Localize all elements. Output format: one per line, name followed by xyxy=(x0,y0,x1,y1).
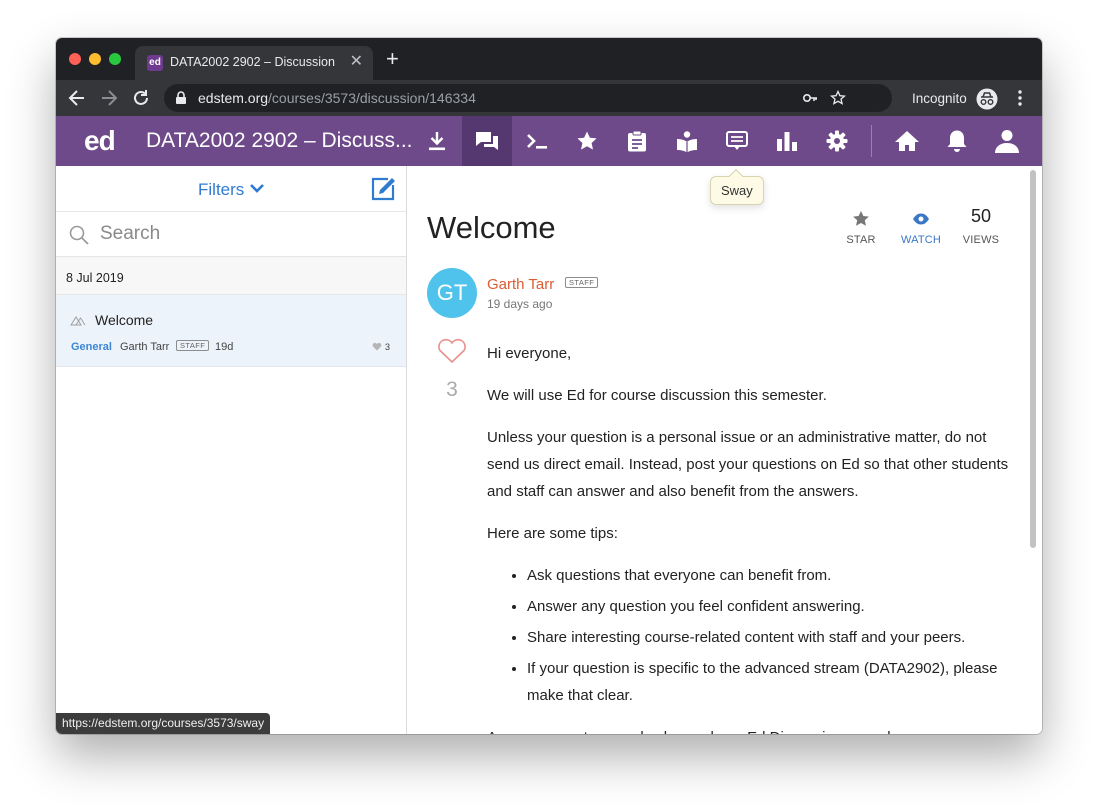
star-icon xyxy=(853,211,869,226)
author-name[interactable]: Garth Tarr xyxy=(487,276,554,293)
close-window-button[interactable] xyxy=(69,53,81,65)
chevron-down-icon[interactable] xyxy=(249,182,265,194)
key-icon[interactable] xyxy=(802,90,818,106)
incognito-label: Incognito xyxy=(912,91,967,106)
post-paragraph: Here are some tips: xyxy=(487,525,618,542)
minimize-window-button[interactable] xyxy=(89,53,101,65)
lock-icon xyxy=(176,91,186,104)
lessons-icon[interactable] xyxy=(662,116,712,166)
clipboard-icon[interactable] xyxy=(612,116,662,166)
thread-list-item[interactable]: Welcome General Garth Tarr STAFF 19d 3 xyxy=(56,295,406,367)
address-bar[interactable]: edstem.org/courses/3573/discussion/14633… xyxy=(164,84,892,112)
thread-list-panel: Filters 8 Jul 2019 Welcome General xyxy=(56,166,407,734)
new-tab-button[interactable]: + xyxy=(386,48,399,70)
tooltip-text: Sway xyxy=(721,183,753,198)
forward-arrow-icon[interactable] xyxy=(98,87,120,109)
tip-item: Ask questions that everyone can benefit … xyxy=(527,562,1012,589)
browser-window: ed DATA2002 2902 – Discussion ✕ + edstem… xyxy=(56,38,1042,734)
thread-like-count: 3 xyxy=(385,342,391,352)
analytics-icon[interactable] xyxy=(762,116,812,166)
post-paragraph: We will use Ed for course discussion thi… xyxy=(487,387,827,404)
settings-icon[interactable] xyxy=(812,116,862,166)
ed-logo[interactable]: ed xyxy=(84,125,116,157)
staff-badge: STAFF xyxy=(565,277,599,288)
star-label: STAR xyxy=(846,234,876,246)
compose-icon[interactable] xyxy=(370,176,396,202)
post-age: 19 days ago xyxy=(487,297,553,311)
filters-bar: Filters xyxy=(56,166,406,212)
post-paragraph: Hi everyone, xyxy=(487,345,572,362)
tip-item: Answer any question you feel confident a… xyxy=(527,593,1012,620)
app-header: ed DATA2002 2902 – Discuss... xyxy=(56,116,1042,166)
browser-toolbar: edstem.org/courses/3573/discussion/14633… xyxy=(56,80,1042,116)
scrollbar[interactable] xyxy=(1029,170,1037,730)
course-title[interactable]: DATA2002 2902 – Discuss... xyxy=(146,129,413,153)
incognito-icon[interactable] xyxy=(976,88,998,110)
tips-list: Ask questions that everyone can benefit … xyxy=(527,562,1012,709)
terminal-icon[interactable] xyxy=(512,116,562,166)
search-input[interactable] xyxy=(100,220,390,248)
search-row xyxy=(56,212,406,257)
thread-age: 19d xyxy=(215,341,234,353)
thread-author: Garth Tarr xyxy=(120,341,170,353)
heart-icon[interactable] xyxy=(437,338,467,364)
views-label: VIEWS xyxy=(962,234,1000,246)
browser-tab[interactable]: ed DATA2002 2902 – Discussion ✕ xyxy=(135,46,373,80)
url-text: edstem.org/courses/3573/discussion/14633… xyxy=(198,90,476,106)
search-icon xyxy=(69,225,89,245)
download-icon[interactable] xyxy=(412,116,462,166)
tip-item: Share interesting course-related content… xyxy=(527,624,1012,651)
filters-button[interactable]: Filters xyxy=(198,180,244,200)
date-header: 8 Jul 2019 xyxy=(56,257,406,295)
post-paragraph: Announcements may also be made on Ed Dis… xyxy=(487,724,1012,734)
discussion-icon[interactable] xyxy=(462,116,512,166)
post-body: Hi everyone, We will use Ed for course d… xyxy=(487,340,1012,734)
post-paragraph: Unless your question is a personal issue… xyxy=(487,429,1009,500)
staff-badge: STAFF xyxy=(176,340,210,351)
thread-title: Welcome xyxy=(95,312,154,328)
back-arrow-icon[interactable] xyxy=(66,87,88,109)
tooltip: Sway xyxy=(710,168,764,205)
bookmark-star-icon[interactable] xyxy=(830,90,846,106)
date-header-label: 8 Jul 2019 xyxy=(66,271,124,285)
scrollbar-thumb[interactable] xyxy=(1030,170,1036,548)
watch-label: WATCH xyxy=(900,234,942,246)
browser-menu-icon[interactable] xyxy=(1014,89,1026,107)
views-count: 50 xyxy=(970,206,992,226)
sway-icon[interactable] xyxy=(712,116,762,166)
header-divider xyxy=(871,125,872,157)
like-count: 3 xyxy=(446,378,458,401)
ed-favicon-icon: ed xyxy=(147,55,163,71)
bell-icon[interactable] xyxy=(932,116,982,166)
tab-strip: ed DATA2002 2902 – Discussion ✕ + xyxy=(56,38,1042,80)
status-bar-url: https://edstem.org/courses/3573/sway xyxy=(56,713,271,734)
eye-icon xyxy=(913,213,929,225)
tab-title: DATA2002 2902 – Discussion xyxy=(170,55,335,69)
avatar[interactable]: GT xyxy=(427,268,477,318)
tab-close-icon[interactable]: ✕ xyxy=(350,53,363,71)
star-icon[interactable] xyxy=(562,116,612,166)
user-icon[interactable] xyxy=(982,116,1032,166)
tip-item: If your question is specific to the adva… xyxy=(527,655,1012,709)
thread-category: General xyxy=(71,341,112,353)
home-icon[interactable] xyxy=(882,116,932,166)
heart-icon xyxy=(372,342,382,351)
maximize-window-button[interactable] xyxy=(109,53,121,65)
post-panel: Welcome STAR WATCH 50 VIEWS GT Garth Tar… xyxy=(407,166,1042,734)
reload-icon[interactable] xyxy=(130,87,152,109)
post-title: Welcome xyxy=(427,210,556,245)
announcement-icon xyxy=(70,316,86,326)
